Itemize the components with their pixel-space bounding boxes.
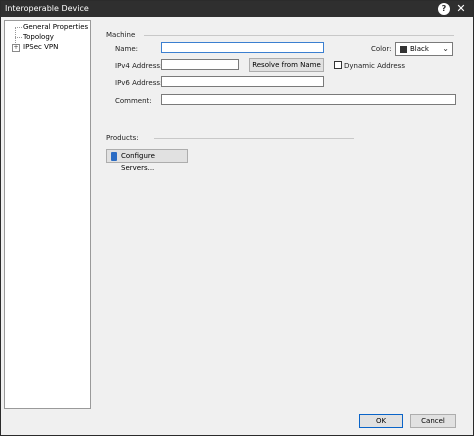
cancel-button[interactable]: Cancel — [410, 414, 456, 428]
section-divider — [144, 35, 454, 36]
ipv4-field[interactable] — [161, 59, 239, 70]
name-field[interactable] — [161, 42, 324, 53]
tree-item-topology[interactable]: Topology — [23, 33, 54, 41]
ipv6-label: IPv6 Address: — [115, 79, 163, 87]
window-title: Interoperable Device — [5, 4, 89, 13]
tree-item-general-properties[interactable]: General Properties — [23, 23, 88, 31]
products-section-label: Products: — [106, 134, 139, 142]
ok-button[interactable]: OK — [359, 414, 403, 428]
color-value: Black — [410, 45, 429, 53]
resolve-from-name-button[interactable]: Resolve from Name — [249, 58, 324, 72]
tree-connector — [15, 27, 22, 28]
title-bar: Interoperable Device ? ✕ — [1, 1, 473, 17]
navigation-tree: General Properties Topology + IPSec VPN — [4, 20, 91, 409]
ipv4-label: IPv4 Address: — [115, 62, 163, 70]
server-icon — [111, 152, 117, 161]
color-swatch — [400, 46, 407, 53]
help-icon[interactable]: ? — [438, 3, 450, 15]
tree-item-ipsec-vpn[interactable]: IPSec VPN — [23, 43, 58, 51]
expand-icon[interactable]: + — [12, 44, 20, 52]
tree-connector — [15, 37, 22, 38]
section-divider — [154, 138, 354, 139]
properties-panel: Machine Name: Color: Black ⌄ IPv4 Addres… — [96, 20, 471, 410]
configure-servers-button[interactable]: Configure Servers... — [106, 149, 188, 172]
color-label: Color: — [371, 45, 392, 53]
dialog-window: Interoperable Device ? ✕ General Propert… — [0, 0, 474, 436]
chevron-down-icon: ⌄ — [442, 44, 449, 53]
dynamic-address-label: Dynamic Address — [344, 62, 405, 70]
machine-section-label: Machine — [106, 31, 136, 39]
close-icon[interactable]: ✕ — [455, 3, 467, 15]
color-select[interactable]: Black ⌄ — [395, 42, 453, 56]
name-label: Name: — [115, 45, 139, 53]
configure-servers-label: Configure Servers... — [121, 152, 155, 172]
comment-field[interactable] — [161, 94, 456, 105]
ipv6-field[interactable] — [161, 76, 324, 87]
dynamic-address-checkbox[interactable] — [334, 61, 342, 69]
comment-label: Comment: — [115, 97, 152, 105]
